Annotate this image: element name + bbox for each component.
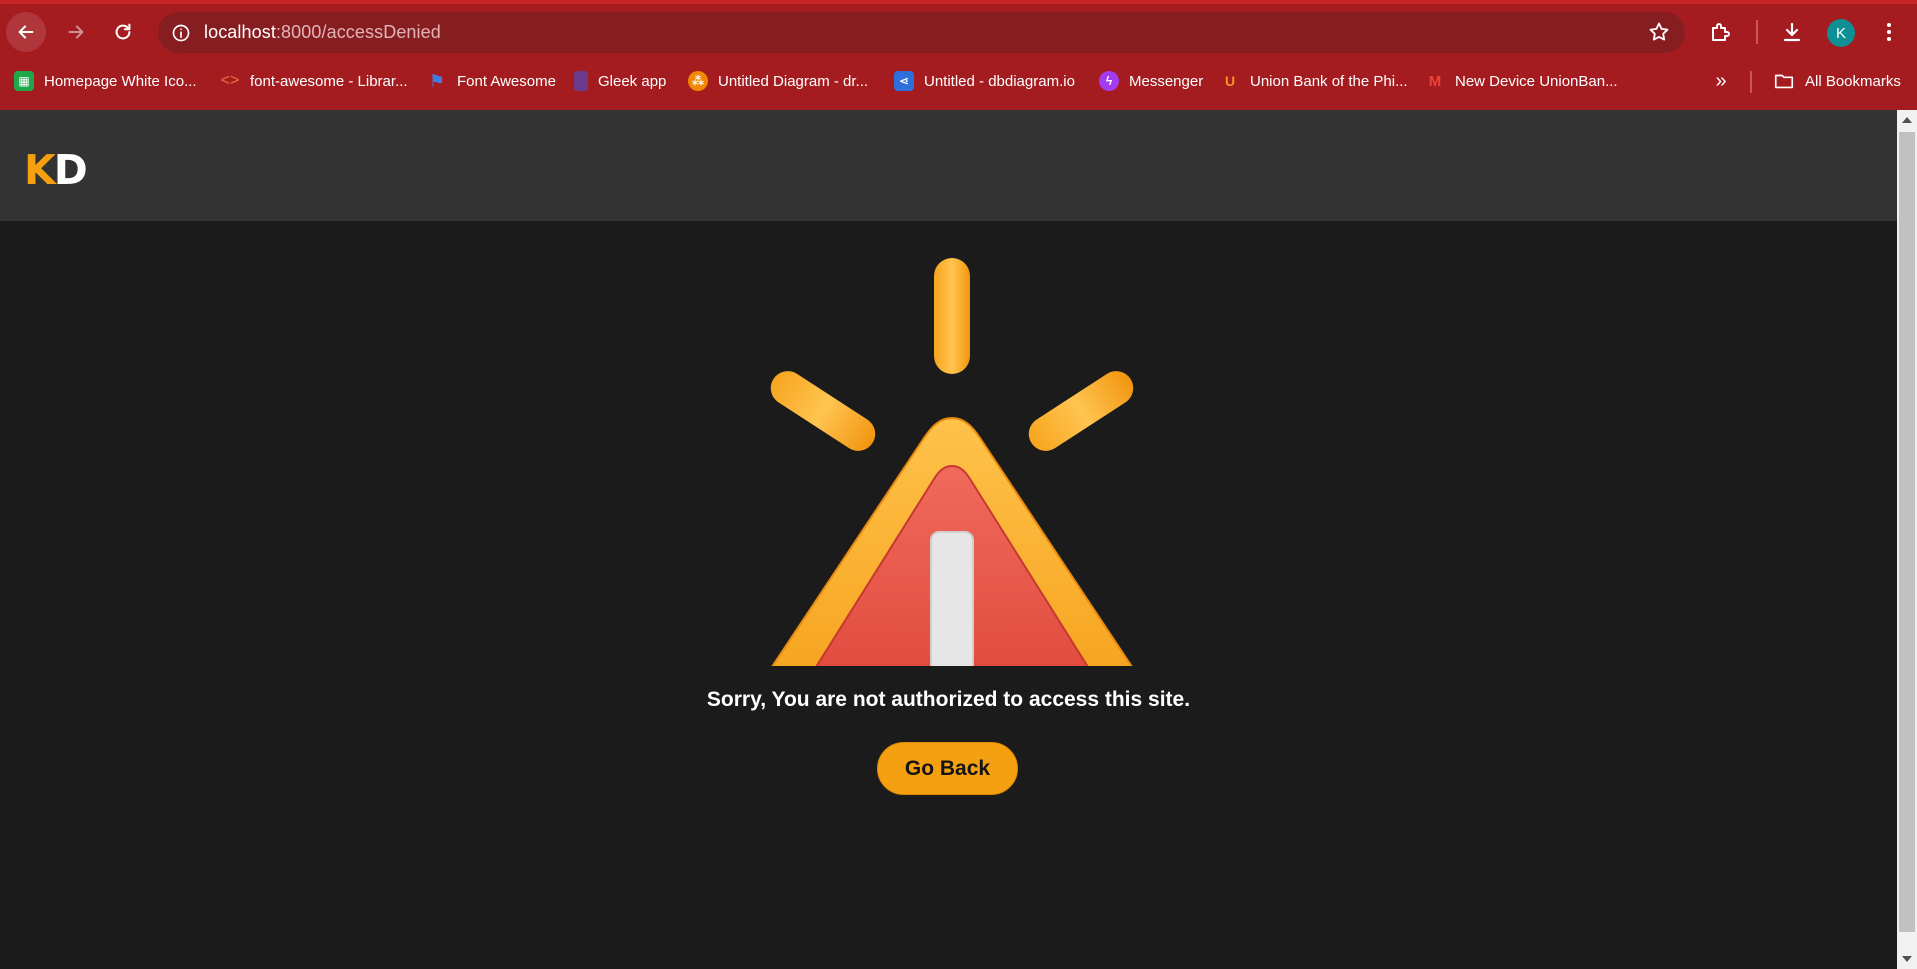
bookmark-label: Untitled Diagram - dr...: [718, 72, 869, 90]
url-host: localhost: [204, 22, 276, 42]
ray-top: [934, 258, 970, 374]
reload-button[interactable]: [103, 12, 143, 52]
all-bookmarks-label: All Bookmarks: [1805, 72, 1901, 90]
go-back-button[interactable]: Go Back: [877, 742, 1018, 795]
warning-triangle-icon: [770, 258, 1134, 666]
menu-dots-icon[interactable]: [1871, 14, 1907, 50]
bookmark-item[interactable]: ⚑ Font Awesome: [427, 66, 556, 96]
bookmark-label: Homepage White Ico...: [44, 72, 197, 90]
bookmark-label: Font Awesome: [457, 72, 556, 90]
unionbank-icon: U: [1224, 73, 1236, 89]
bookmark-label: Union Bank of the Phi...: [1250, 72, 1408, 90]
bookmark-item[interactable]: ▦ Homepage White Ico...: [14, 66, 197, 96]
bookmark-item[interactable]: <> font-awesome - Librar...: [220, 66, 408, 96]
bookmark-label: Messenger: [1129, 72, 1204, 90]
reload-icon: [115, 23, 131, 40]
exclamation-bar: [930, 531, 974, 666]
download-icon[interactable]: [1774, 14, 1810, 50]
bookmark-label: Untitled - dbdiagram.io: [924, 72, 1075, 90]
forward-button[interactable]: [56, 12, 96, 52]
back-button[interactable]: [6, 12, 46, 52]
page-scrollbar[interactable]: [1897, 110, 1917, 969]
bookmark-label: New Device UnionBan...: [1455, 72, 1618, 90]
logo-letter-d: D: [53, 146, 88, 194]
logo-letter-k: K: [24, 146, 56, 194]
all-bookmarks-button[interactable]: All Bookmarks: [1773, 66, 1901, 96]
bookmark-item[interactable]: Gleek app: [574, 66, 666, 96]
ray-left: [770, 371, 876, 451]
toolbar-divider: [1756, 20, 1758, 44]
arrow-left-icon: [18, 25, 34, 39]
url-text[interactable]: localhost:8000/accessDenied: [204, 22, 441, 43]
scrollbar-thumb[interactable]: [1899, 132, 1915, 932]
dbdiagram-icon: ⋖: [894, 71, 914, 91]
messenger-icon: ϟ: [1099, 71, 1119, 91]
bookmark-item[interactable]: ⁂ Untitled Diagram - dr...: [688, 66, 868, 96]
bookmark-item[interactable]: U Union Bank of the Phi...: [1220, 66, 1408, 96]
tab-strip-edge: [0, 0, 1917, 4]
site-logo[interactable]: KD: [24, 146, 88, 194]
arrow-right-icon: [68, 25, 84, 39]
access-denied-message: Sorry, You are not authorized to access …: [706, 688, 1191, 711]
code-brackets-icon: <>: [220, 72, 240, 89]
bookmarks-divider: [1750, 71, 1752, 93]
url-path: :8000/accessDenied: [275, 22, 441, 42]
bookmark-item[interactable]: ϟ Messenger: [1099, 66, 1203, 96]
gmail-icon: M: [1428, 72, 1442, 90]
scroll-down-arrow-icon[interactable]: [1902, 956, 1912, 962]
site-info-icon[interactable]: [164, 16, 198, 50]
bookmark-label: font-awesome - Librar...: [250, 72, 408, 90]
gleek-icon: [574, 71, 588, 91]
drawio-icon: ⁂: [688, 71, 708, 91]
extensions-icon[interactable]: [1703, 14, 1739, 50]
profile-avatar[interactable]: K: [1827, 19, 1855, 47]
bookmark-star-icon[interactable]: [1647, 20, 1671, 44]
scroll-up-arrow-icon[interactable]: [1902, 117, 1912, 123]
bookmark-item[interactable]: M New Device UnionBan...: [1425, 66, 1618, 96]
bookmarks-bar: ▦ Homepage White Ico... <> font-awesome …: [0, 66, 1917, 98]
bookmark-label: Gleek app: [598, 72, 667, 90]
address-bar[interactable]: localhost:8000/accessDenied: [158, 12, 1685, 53]
green-grid-icon: ▦: [14, 71, 34, 91]
flag-icon: ⚑: [428, 70, 446, 91]
ray-right: [1028, 371, 1134, 451]
chevron-double-right-icon[interactable]: »: [1706, 66, 1736, 96]
browser-chrome: localhost:8000/accessDenied K ▦ Homepage…: [0, 0, 1917, 110]
bookmark-item[interactable]: ⋖ Untitled - dbdiagram.io: [894, 66, 1075, 96]
folder-icon: [1773, 71, 1795, 91]
